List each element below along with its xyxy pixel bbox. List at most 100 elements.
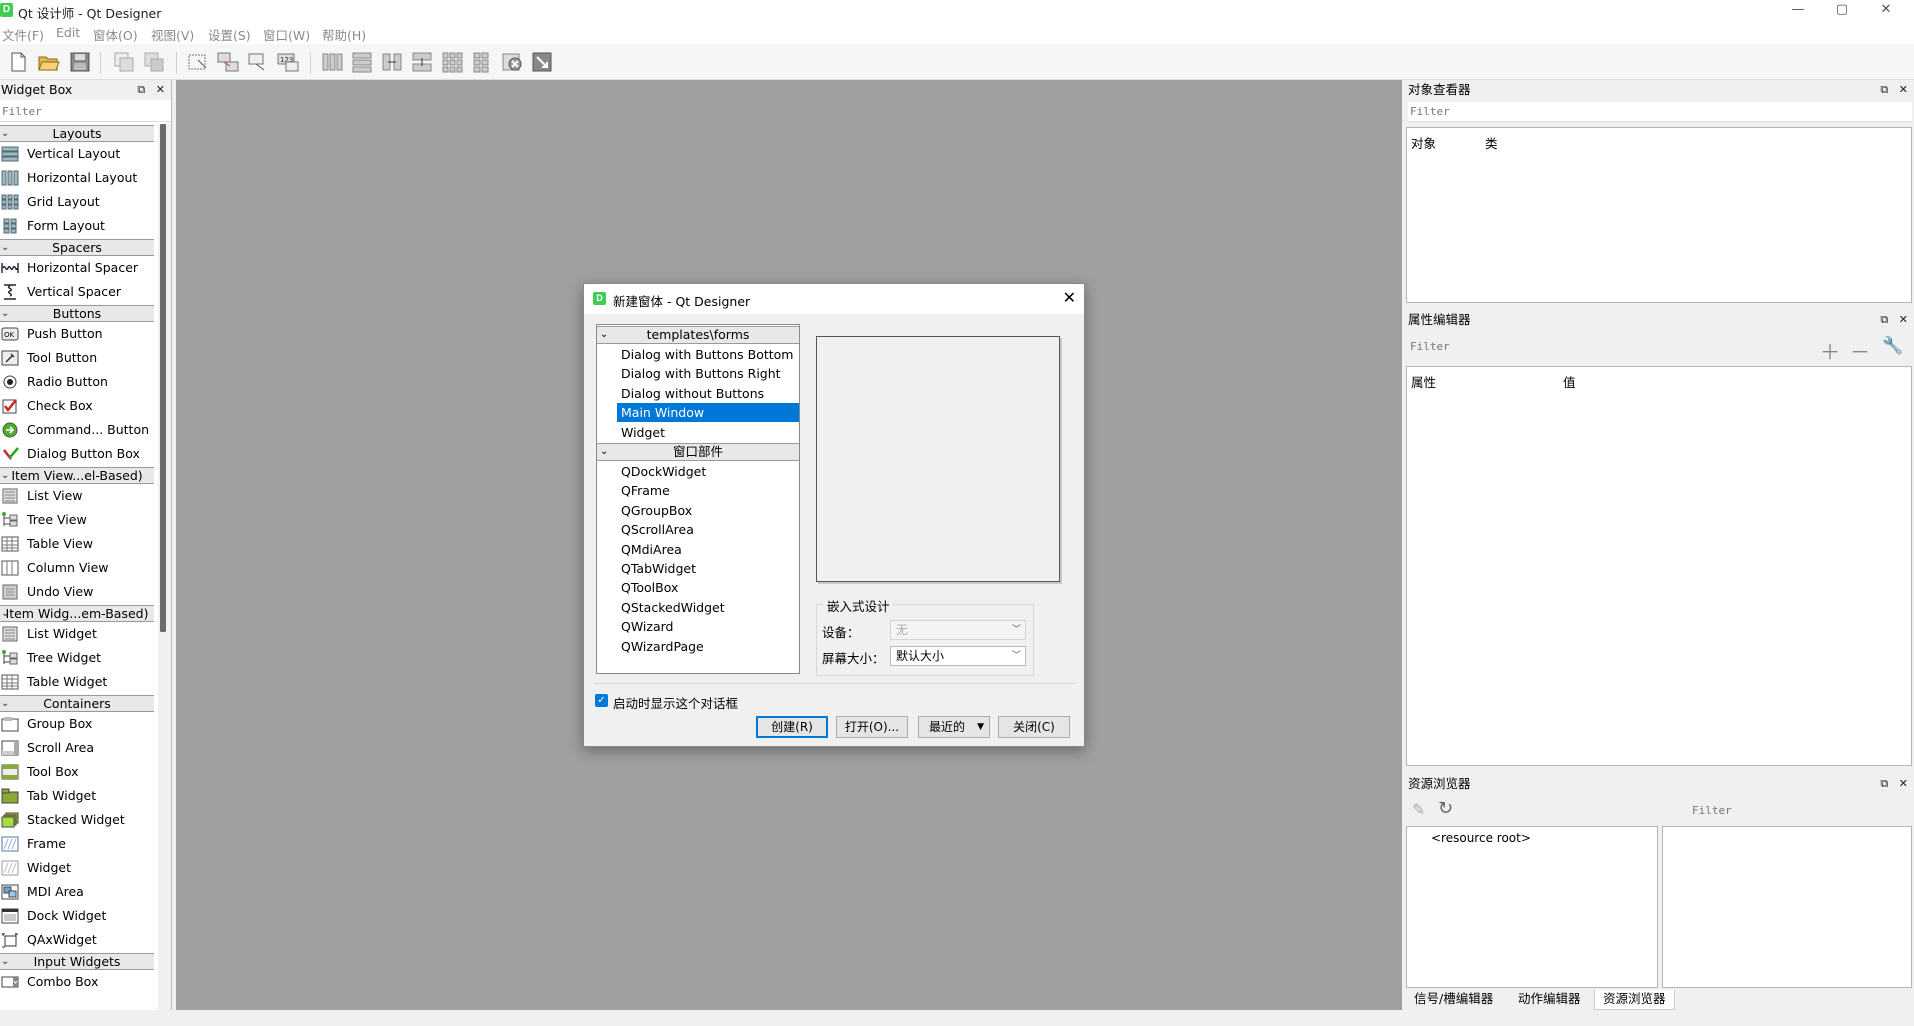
object-inspector-filter-input[interactable] [1408, 102, 1912, 122]
scrollbar-thumb[interactable] [160, 124, 166, 632]
widget-item-command-button[interactable]: Command... Button [0, 418, 154, 442]
object-tree[interactable]: 对象 类 [1406, 127, 1912, 303]
layout-form-icon[interactable] [470, 50, 494, 74]
widget-item-dialog-button-box[interactable]: Dialog Button Box [0, 442, 154, 466]
show-on-startup-label[interactable]: 启动时显示这个对话框 [613, 693, 738, 712]
open-folder-icon[interactable] [36, 50, 60, 74]
widget-item-stacked-widget[interactable]: Stacked Widget [0, 808, 154, 832]
configure-wrench-icon[interactable]: 🔧 [1882, 336, 1903, 356]
open-button[interactable]: 打开(O)... [836, 716, 908, 738]
chevron-down-icon[interactable]: ⌄ [1, 696, 9, 711]
cascade-windows-icon[interactable] [112, 50, 136, 74]
widget-template-item-qtoolbox[interactable]: QToolBox [617, 578, 799, 597]
menu-view[interactable]: 视图(V) [151, 25, 194, 44]
widget-item-table-view[interactable]: Table View [0, 532, 154, 556]
resource-list[interactable] [1662, 826, 1912, 988]
widget-item-list-view[interactable]: List View [0, 484, 154, 508]
template-item-widget[interactable]: Widget [617, 423, 799, 442]
menu-window[interactable]: 窗口(W) [263, 25, 310, 44]
tile-windows-icon[interactable] [142, 50, 166, 74]
widget-item-horizontal-layout[interactable]: Horizontal Layout [0, 166, 154, 190]
widget-item-vertical-layout[interactable]: Vertical Layout [0, 142, 154, 166]
chevron-down-icon[interactable]: ⌄ [1, 240, 9, 255]
category-header-input-widgets[interactable]: ⌄ Input Widgets [0, 953, 154, 970]
menu-edit[interactable]: Edit [56, 25, 80, 40]
widget-box-filter-input[interactable] [0, 102, 171, 122]
chevron-down-icon[interactable]: ⌄ [1, 954, 9, 969]
menu-form[interactable]: 窗体(O) [93, 25, 138, 44]
remove-property-icon[interactable]: － [1850, 336, 1870, 365]
widget-item-form-layout[interactable]: Form Layout [0, 214, 154, 238]
edit-signals-icon[interactable] [216, 50, 240, 74]
new-file-icon[interactable] [6, 50, 30, 74]
close-icon[interactable]: ✕ [1899, 83, 1908, 96]
edit-widgets-icon[interactable] [186, 50, 210, 74]
column-class[interactable]: 类 [1485, 133, 1498, 152]
widget-item-table-widget[interactable]: Table Widget [0, 670, 154, 694]
widget-template-item-qmdiarea[interactable]: QMdiArea [617, 540, 799, 559]
widget-item-qaxwidget[interactable]: QAxWidget [0, 928, 154, 952]
widget-template-item-qgroupbox[interactable]: QGroupBox [617, 501, 799, 520]
resource-filter-input[interactable] [1690, 800, 1912, 820]
tab-signal-slot-editor[interactable]: 信号/槽编辑器 [1406, 990, 1501, 1010]
widget-template-item-qscrollarea[interactable]: QScrollArea [617, 520, 799, 539]
reload-icon[interactable]: ↻ [1438, 798, 1453, 819]
close-icon[interactable]: ✕ [1899, 777, 1908, 790]
add-property-icon[interactable]: ＋ [1820, 336, 1840, 365]
chevron-down-icon[interactable]: ⌄ [1, 468, 9, 483]
widget-item-push-button[interactable]: OK Push Button [0, 322, 154, 346]
widget-item-grid-layout[interactable]: Grid Layout [0, 190, 154, 214]
column-property[interactable]: 属性 [1411, 372, 1436, 391]
widget-item-mdi-area[interactable]: MDI Area [0, 880, 154, 904]
tab-action-editor[interactable]: 动作编辑器 [1510, 990, 1589, 1010]
property-editor-filter-input[interactable] [1408, 336, 1822, 356]
chevron-down-icon[interactable]: ⌄ [600, 444, 608, 460]
widget-item-check-box[interactable]: Check Box [0, 394, 154, 418]
widget-template-item-qwizardpage[interactable]: QWizardPage [617, 637, 799, 656]
widget-box-scrollbar[interactable] [158, 124, 171, 1010]
edit-resources-pencil-icon[interactable]: ✎ [1412, 800, 1425, 819]
break-layout-icon[interactable] [500, 50, 524, 74]
column-value[interactable]: 值 [1563, 372, 1576, 391]
category-header-item-view-el-based[interactable]: ⌄ Item View...el-Based) [0, 467, 154, 484]
menu-help[interactable]: 帮助(H) [322, 25, 366, 44]
category-header-buttons[interactable]: ⌄ Buttons [0, 305, 154, 322]
resource-tree[interactable]: <resource root> [1406, 826, 1658, 988]
widget-template-item-qwizard[interactable]: QWizard [617, 617, 799, 636]
template-item-dialog-with-buttons-right[interactable]: Dialog with Buttons Right [617, 364, 799, 383]
widget-template-item-qstackedwidget[interactable]: QStackedWidget [617, 598, 799, 617]
layout-vertical-icon[interactable] [350, 50, 374, 74]
widget-template-item-qdockwidget[interactable]: QDockWidget [617, 462, 799, 481]
float-icon[interactable]: ⧉ [137, 83, 145, 96]
widget-item-tree-widget[interactable]: Tree Widget [0, 646, 154, 670]
widget-item-vertical-spacer[interactable]: Vertical Spacer [0, 280, 154, 304]
save-icon[interactable] [68, 50, 92, 74]
tab-resource-browser[interactable]: 资源浏览器 [1594, 990, 1675, 1010]
widget-item-dock-widget[interactable]: Dock Widget [0, 904, 154, 928]
adjust-size-icon[interactable] [530, 50, 554, 74]
float-icon[interactable]: ⧉ [1880, 313, 1888, 326]
close-window-button[interactable]: ✕ [1864, 0, 1908, 22]
category-header-spacers[interactable]: ⌄ Spacers [0, 239, 154, 256]
widget-item-frame[interactable]: Frame [0, 832, 154, 856]
widget-item-group-box[interactable]: Group Box [0, 712, 154, 736]
layout-splitter-horizontal-icon[interactable] [380, 50, 404, 74]
widget-item-undo-view[interactable]: Undo View [0, 580, 154, 604]
category-header-item-widg-em-based[interactable]: ⌄ Item Widg...em-Based) [0, 605, 154, 622]
widget-item-scroll-area[interactable]: Scroll Area [0, 736, 154, 760]
property-table[interactable]: 属性 值 [1406, 366, 1912, 766]
show-on-startup-checkbox[interactable]: ✓ [595, 694, 608, 707]
chevron-down-icon[interactable]: ⌄ [1, 606, 9, 621]
widget-template-item-qframe[interactable]: QFrame [617, 481, 799, 500]
edit-tab-order-icon[interactable]: 123 [276, 50, 300, 74]
widget-item-widget[interactable]: Widget [0, 856, 154, 880]
close-icon[interactable]: ✕ [156, 83, 165, 96]
widget-item-combo-box[interactable]: Combo Box [0, 970, 154, 994]
float-icon[interactable]: ⧉ [1880, 777, 1888, 790]
tree-category-templates[interactable]: ⌄ templates\forms [597, 326, 799, 344]
template-item-dialog-without-buttons[interactable]: Dialog without Buttons [617, 384, 799, 403]
chevron-down-icon[interactable]: ⌄ [1, 306, 9, 321]
close-button[interactable]: 关闭(C) [998, 716, 1070, 738]
column-object[interactable]: 对象 [1411, 133, 1436, 152]
widget-item-list-widget[interactable]: List Widget [0, 622, 154, 646]
